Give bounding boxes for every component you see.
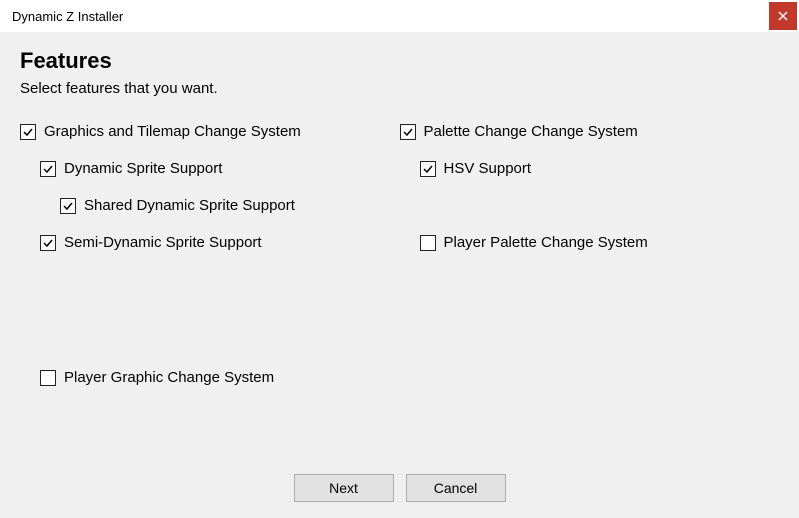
check-icon — [42, 163, 54, 175]
spacer — [20, 271, 400, 369]
option-player-palette-change: Player Palette Change System — [400, 234, 780, 251]
checkbox-player-graphic-change[interactable] — [40, 370, 56, 386]
cancel-button[interactable]: Cancel — [406, 474, 506, 502]
checkbox-player-palette-change[interactable] — [420, 235, 436, 251]
label-graphics-tilemap: Graphics and Tilemap Change System — [44, 123, 301, 140]
check-icon — [42, 237, 54, 249]
features-column-right: Palette Change Change System HSV Support… — [400, 123, 780, 406]
option-semi-dynamic-sprite: Semi-Dynamic Sprite Support — [20, 234, 400, 251]
titlebar: Dynamic Z Installer — [0, 0, 799, 32]
option-dynamic-sprite: Dynamic Sprite Support — [20, 160, 400, 177]
label-hsv-support: HSV Support — [444, 160, 532, 177]
option-hsv-support: HSV Support — [400, 160, 780, 177]
checkbox-semi-dynamic-sprite[interactable] — [40, 235, 56, 251]
next-button[interactable]: Next — [294, 474, 394, 502]
page-heading: Features — [20, 48, 779, 74]
check-icon — [62, 200, 74, 212]
checkbox-palette-change[interactable] — [400, 124, 416, 140]
label-dynamic-sprite: Dynamic Sprite Support — [64, 160, 222, 177]
features-area: Graphics and Tilemap Change System Dynam… — [20, 123, 779, 406]
label-palette-change: Palette Change Change System — [424, 123, 638, 140]
checkbox-shared-dynamic-sprite[interactable] — [60, 198, 76, 214]
button-bar: Next Cancel — [0, 474, 799, 502]
label-player-palette-change: Player Palette Change System — [444, 234, 648, 251]
content-area: Features Select features that you want. … — [0, 32, 799, 406]
label-shared-dynamic-sprite: Shared Dynamic Sprite Support — [84, 197, 295, 214]
label-player-graphic-change: Player Graphic Change System — [64, 369, 274, 386]
features-column-left: Graphics and Tilemap Change System Dynam… — [20, 123, 400, 406]
option-shared-dynamic-sprite: Shared Dynamic Sprite Support — [20, 197, 400, 214]
checkbox-dynamic-sprite[interactable] — [40, 161, 56, 177]
label-semi-dynamic-sprite: Semi-Dynamic Sprite Support — [64, 234, 262, 251]
checkbox-graphics-tilemap[interactable] — [20, 124, 36, 140]
option-palette-change: Palette Change Change System — [400, 123, 780, 140]
close-button[interactable] — [769, 2, 797, 30]
check-icon — [422, 163, 434, 175]
close-icon — [778, 11, 788, 21]
window-title: Dynamic Z Installer — [12, 9, 123, 24]
page-subheading: Select features that you want. — [20, 80, 779, 97]
option-player-graphic-change: Player Graphic Change System — [20, 369, 400, 386]
check-icon — [402, 126, 414, 138]
check-icon — [22, 126, 34, 138]
option-graphics-tilemap: Graphics and Tilemap Change System — [20, 123, 400, 140]
checkbox-hsv-support[interactable] — [420, 161, 436, 177]
